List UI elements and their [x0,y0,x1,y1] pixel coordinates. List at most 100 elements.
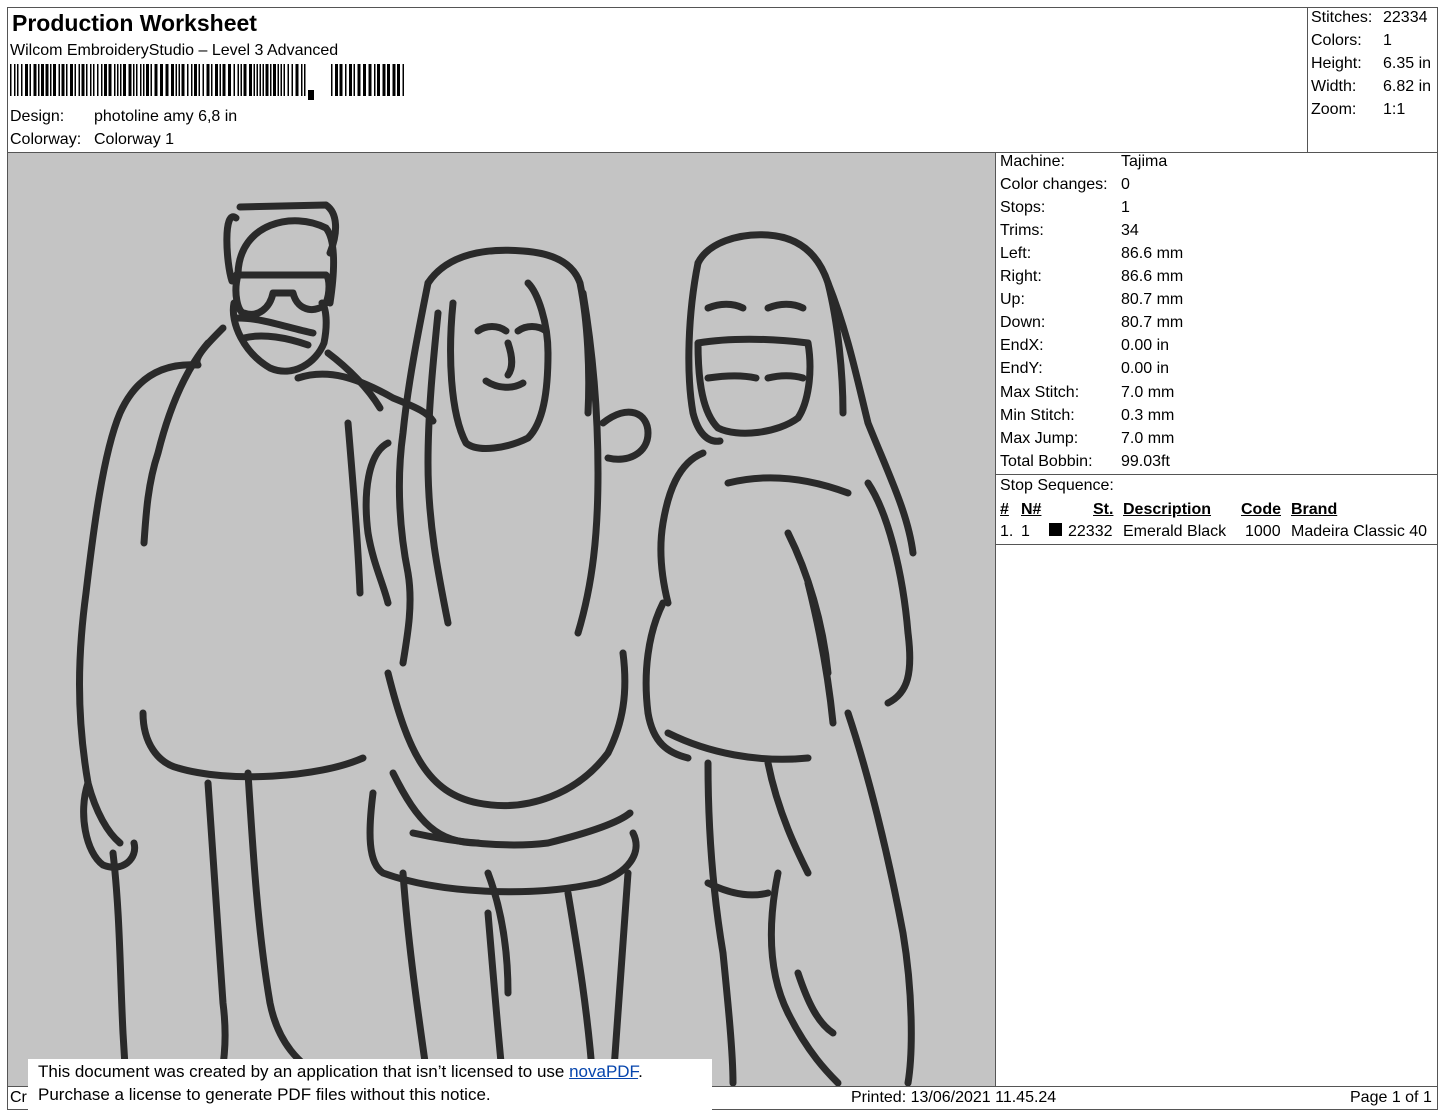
stitch-path [474,323,510,335]
notice-line-2: Purchase a license to generate PDF files… [38,1085,491,1104]
column-header: N# [1021,501,1042,518]
info-value: 0.3 mm [1121,407,1175,424]
embroidery-lineart [76,201,917,1086]
row-stitches: 22332 [1068,523,1113,540]
stitch-path [399,869,432,1086]
color-swatch [1049,523,1062,536]
barcode [10,64,404,100]
stitch-path [424,309,452,627]
stitch-path [767,869,842,1086]
notes-panel [995,544,1438,1087]
stitch-path [395,279,432,667]
info-label: Machine: [1000,153,1065,170]
stitch-path [564,889,597,1086]
colorway-label: Colorway: [10,131,82,148]
summary-value: 6.82 in [1383,78,1432,95]
colorway-value: Colorway 1 [94,131,175,148]
stitch-path [599,408,652,463]
row-needle: 1 [1021,523,1030,540]
stitch-path [685,259,724,445]
info-value: 86.6 mm [1121,268,1184,285]
page-title: Production Worksheet [12,10,257,36]
row-index: 1. [1000,523,1014,540]
software-name: Wilcom EmbroideryStudio – Level 3 Advanc… [10,42,339,59]
stitch-path [204,779,229,1086]
stitch-path [362,439,392,607]
row-code: 1000 [1245,523,1281,540]
footer-left-fragment: Cr [10,1089,27,1106]
column-header: Brand [1291,501,1338,518]
stitch-path [504,339,516,379]
info-label: Up: [1000,291,1025,308]
stitch-path [240,332,312,349]
stitch-path [484,909,507,1086]
info-value: 80.7 mm [1121,291,1184,308]
summary-value: 1 [1383,32,1392,49]
column-header: St. [1093,501,1114,518]
column-header: # [1000,501,1009,518]
stitch-path [824,279,917,557]
info-label: EndX: [1000,337,1044,354]
info-label: Min Stitch: [1000,407,1075,424]
info-value: 1 [1121,199,1130,216]
novapdf-link[interactable]: novaPDF [569,1062,638,1081]
row-brand: Madeira Classic 40 [1291,523,1428,540]
embroidery-preview [8,153,995,1086]
stitch-path [244,769,332,1086]
info-label: Trims: [1000,222,1044,239]
info-label: Total Bobbin: [1000,453,1093,470]
summary-value: 6.35 in [1383,55,1432,72]
row-description: Emerald Black [1123,523,1227,540]
summary-label: Height: [1311,55,1362,72]
stitch-path [574,289,602,637]
info-value: Tajima [1121,153,1168,170]
stitch-path [844,709,915,1086]
info-label: Color changes: [1000,176,1108,193]
notice-period: . [638,1062,643,1081]
printed-date: Printed: 13/06/2021 11.45.24 [851,1089,1057,1106]
stitch-path [234,314,317,337]
notice-text: This document was created by an applicat… [38,1062,570,1081]
info-label: Right: [1000,268,1042,285]
stitch-path [609,869,632,1086]
summary-value: 1:1 [1383,101,1406,118]
stitch-path [724,474,852,497]
info-value: 80.7 mm [1121,314,1184,331]
stitch-path [704,372,760,382]
stitch-path [704,300,747,312]
summary-label: Width: [1311,78,1357,95]
stitch-path [694,335,814,437]
design-value: photoline amy 6,8 in [94,108,238,125]
stitch-path [139,709,367,781]
stitch-path [409,809,634,849]
stitch-path [694,231,847,417]
info-label: Left: [1000,245,1032,262]
summary-label: Colors: [1311,32,1362,49]
stitch-path [704,759,737,1086]
info-label: Down: [1000,314,1046,331]
stitch-path [514,323,550,335]
column-header: Code [1241,501,1281,518]
summary-label: Zoom: [1311,101,1357,118]
info-value: 7.0 mm [1121,430,1175,447]
info-value: 0 [1121,176,1130,193]
license-notice: This document was created by an applicat… [28,1059,712,1117]
machine-info-panel [995,152,1438,475]
summary-value: 22334 [1383,9,1428,26]
stitch-path [344,419,364,597]
stop-sequence-title: Stop Sequence: [1000,477,1114,494]
stitch-path [384,649,629,810]
stitch-path [764,300,807,312]
info-value: 7.0 mm [1121,384,1175,401]
info-value: 99.03ft [1121,453,1170,470]
info-label: EndY: [1000,360,1043,377]
stitch-path [447,279,552,452]
info-label: Max Stitch: [1000,384,1080,401]
stitch-path [76,324,227,847]
info-value: 0.00 in [1121,360,1170,377]
stitch-path [109,849,130,1086]
info-label: Max Jump: [1000,430,1079,447]
design-label: Design: [10,108,65,125]
info-value: 0.00 in [1121,337,1170,354]
page-number: Page 1 of 1 [1350,1089,1432,1106]
